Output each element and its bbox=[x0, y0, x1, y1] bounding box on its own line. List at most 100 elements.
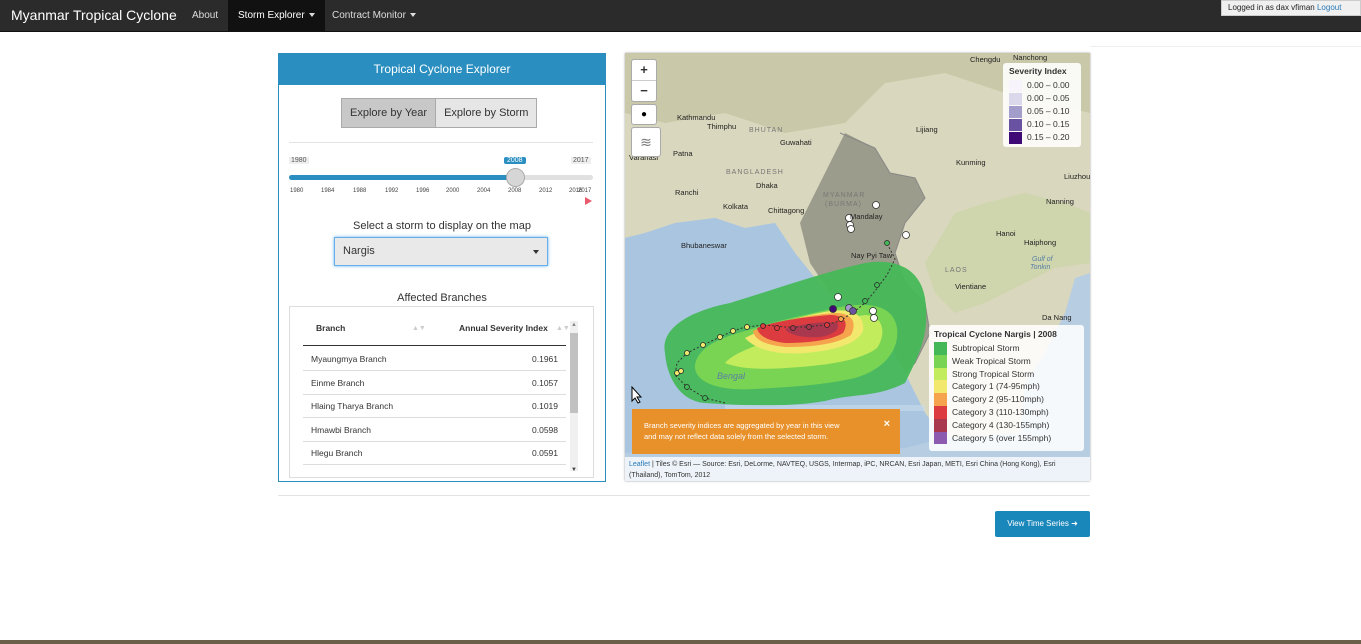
map-label: Nanchong bbox=[1013, 53, 1048, 62]
slider-tick: 1996 bbox=[416, 188, 430, 194]
legend-swatch bbox=[934, 342, 947, 355]
close-icon[interactable]: × bbox=[884, 418, 890, 430]
slider-tick: 2008 bbox=[508, 188, 522, 194]
legend-label: Weak Tropical Storm bbox=[952, 355, 1031, 366]
scroll-up-icon[interactable]: ▲ bbox=[571, 322, 577, 328]
map-label: MYANMAR bbox=[823, 192, 866, 199]
alert-line: Branch severity indices are aggregated b… bbox=[644, 421, 840, 430]
table-row[interactable]: Hmawbi Branch 0.0598 bbox=[303, 418, 566, 442]
table-row[interactable]: Hlegu Branch 0.0591 bbox=[303, 441, 566, 465]
sort-icon[interactable]: ▲▼ bbox=[556, 325, 570, 332]
slider-tick: 1988 bbox=[353, 188, 367, 194]
mouse-pointer-icon bbox=[631, 386, 643, 404]
chevron-down-icon bbox=[533, 250, 539, 254]
year-slider-fill bbox=[289, 175, 515, 180]
map-label: Da Nang bbox=[1042, 313, 1072, 322]
index-cell: 0.1019 bbox=[532, 401, 558, 411]
view-time-series-button[interactable]: View Time Series ➜ bbox=[995, 511, 1090, 537]
severity-legend-title: Severity Index bbox=[1009, 66, 1067, 76]
legend-label: Category 2 (95-110mph) bbox=[952, 394, 1044, 405]
globe-icon[interactable]: ● bbox=[631, 104, 657, 125]
map-label: Kathmandu bbox=[677, 113, 716, 122]
legend-swatch bbox=[934, 405, 947, 419]
branch-cell: Hmawbi Branch bbox=[311, 425, 371, 435]
map-label: Guwahati bbox=[780, 138, 812, 147]
affected-branches-title: Affected Branches bbox=[397, 292, 487, 304]
storm-select-label: Select a storm to display on the map bbox=[353, 220, 531, 232]
legend-swatch bbox=[1009, 93, 1022, 105]
map-label: Mandalay bbox=[850, 212, 883, 221]
explorer-panel: Tropical Cyclone Explorer Explore by Yea… bbox=[278, 53, 606, 482]
chevron-down-icon bbox=[308, 13, 315, 18]
alert-line: and may not reflect data solely from the… bbox=[644, 432, 829, 441]
leaflet-link[interactable]: Leaflet bbox=[629, 461, 650, 468]
header-divider bbox=[303, 345, 566, 346]
nav-about[interactable]: About bbox=[182, 0, 228, 31]
storm-legend: Tropical Cyclone Nargis | 2008 Subtropic… bbox=[929, 325, 1084, 451]
col-index-header[interactable]: Annual Severity Index bbox=[459, 323, 548, 333]
legend-item: 0.00 – 0.00 bbox=[1003, 79, 1081, 92]
branch-cell: Einme Branch bbox=[311, 378, 365, 388]
legend-item: Subtropical Storm bbox=[929, 342, 1084, 355]
map-label: Kunming bbox=[956, 158, 986, 167]
map-label: Liuzhou bbox=[1064, 172, 1090, 181]
legend-item: Category 2 (95-110mph) bbox=[929, 393, 1084, 406]
legend-label: 0.00 – 0.00 bbox=[1027, 80, 1070, 90]
cyclone-map[interactable]: Chengdu Nanchong Kathmandu Thimphu BHUTA… bbox=[625, 53, 1090, 481]
legend-label: Category 5 (over 155mph) bbox=[952, 432, 1052, 443]
map-label: Haiphong bbox=[1024, 238, 1057, 247]
logout-link[interactable]: Logout bbox=[1317, 3, 1341, 12]
legend-swatch bbox=[1009, 119, 1022, 131]
map-label: Chittagong bbox=[768, 206, 805, 215]
legend-label: 0.05 – 0.10 bbox=[1027, 106, 1070, 116]
table-scrollbar[interactable] bbox=[570, 321, 578, 471]
legend-label: Strong Tropical Storm bbox=[952, 368, 1035, 379]
table-row[interactable]: Hlaing Tharya Branch 0.1019 bbox=[303, 394, 566, 418]
zoom-control: + − bbox=[631, 59, 657, 102]
scrollbar-thumb[interactable] bbox=[570, 333, 578, 413]
scroll-down-icon[interactable]: ▼ bbox=[571, 467, 577, 473]
map-label: BHUTAN bbox=[749, 127, 784, 134]
table-row[interactable]: Myaungmya Branch 0.1961 bbox=[303, 347, 566, 371]
zoom-out-button[interactable]: − bbox=[632, 81, 656, 101]
divider bbox=[289, 142, 593, 143]
explore-by-year-button[interactable]: Explore by Year bbox=[342, 99, 437, 127]
map-label: Bhubaneswar bbox=[681, 241, 727, 250]
legend-label: 0.00 – 0.05 bbox=[1027, 93, 1070, 103]
play-icon[interactable] bbox=[585, 197, 592, 205]
year-slider-handle[interactable] bbox=[506, 168, 525, 187]
footer-bar bbox=[0, 640, 1361, 644]
chevron-down-icon bbox=[409, 13, 416, 18]
map-label: Vientiane bbox=[955, 282, 987, 291]
sort-icon[interactable]: ▲▼ bbox=[412, 325, 426, 332]
map-label: Bengal bbox=[717, 371, 746, 381]
map-label: Dhaka bbox=[756, 181, 778, 190]
legend-label: 0.10 – 0.15 bbox=[1027, 119, 1070, 129]
legend-swatch bbox=[1009, 132, 1022, 144]
branch-cell: Hlegu Branch bbox=[311, 448, 363, 458]
explore-by-storm-button[interactable]: Explore by Storm bbox=[436, 99, 537, 127]
legend-label: Category 3 (110-130mph) bbox=[952, 406, 1049, 417]
map-label: Lijiang bbox=[916, 125, 938, 134]
legend-label: Subtropical Storm bbox=[952, 343, 1020, 353]
divider bbox=[278, 495, 1090, 496]
slider-tick: 2004 bbox=[477, 188, 491, 194]
map-label: Nay Pyi Taw bbox=[851, 251, 893, 260]
storm-select[interactable]: Nargis bbox=[334, 237, 548, 266]
nav-contract-monitor[interactable]: Contract Monitor bbox=[322, 0, 426, 31]
col-branch-header[interactable]: Branch bbox=[316, 323, 345, 333]
table-row[interactable]: Einme Branch 0.1057 bbox=[303, 371, 566, 395]
branch-cell: Myaungmya Branch bbox=[311, 354, 387, 364]
nav-contract-monitor-label: Contract Monitor bbox=[332, 10, 406, 21]
legend-label: Category 4 (130-155mph) bbox=[952, 419, 1050, 430]
layers-icon[interactable]: ≋ bbox=[631, 127, 661, 157]
map-label: Thimphu bbox=[707, 122, 737, 131]
legend-swatch bbox=[1009, 80, 1022, 92]
index-cell: 0.0591 bbox=[532, 448, 558, 458]
zoom-in-button[interactable]: + bbox=[632, 60, 656, 81]
index-cell: 0.1961 bbox=[532, 354, 558, 364]
nav-storm-explorer[interactable]: Storm Explorer bbox=[228, 0, 325, 31]
app-brand[interactable]: Myanmar Tropical Cyclone bbox=[11, 7, 177, 23]
user-status-text: Logged in as dax vfiman bbox=[1228, 3, 1315, 12]
severity-legend: Severity Index 0.00 – 0.00 0.00 – 0.05 0… bbox=[1003, 63, 1081, 147]
